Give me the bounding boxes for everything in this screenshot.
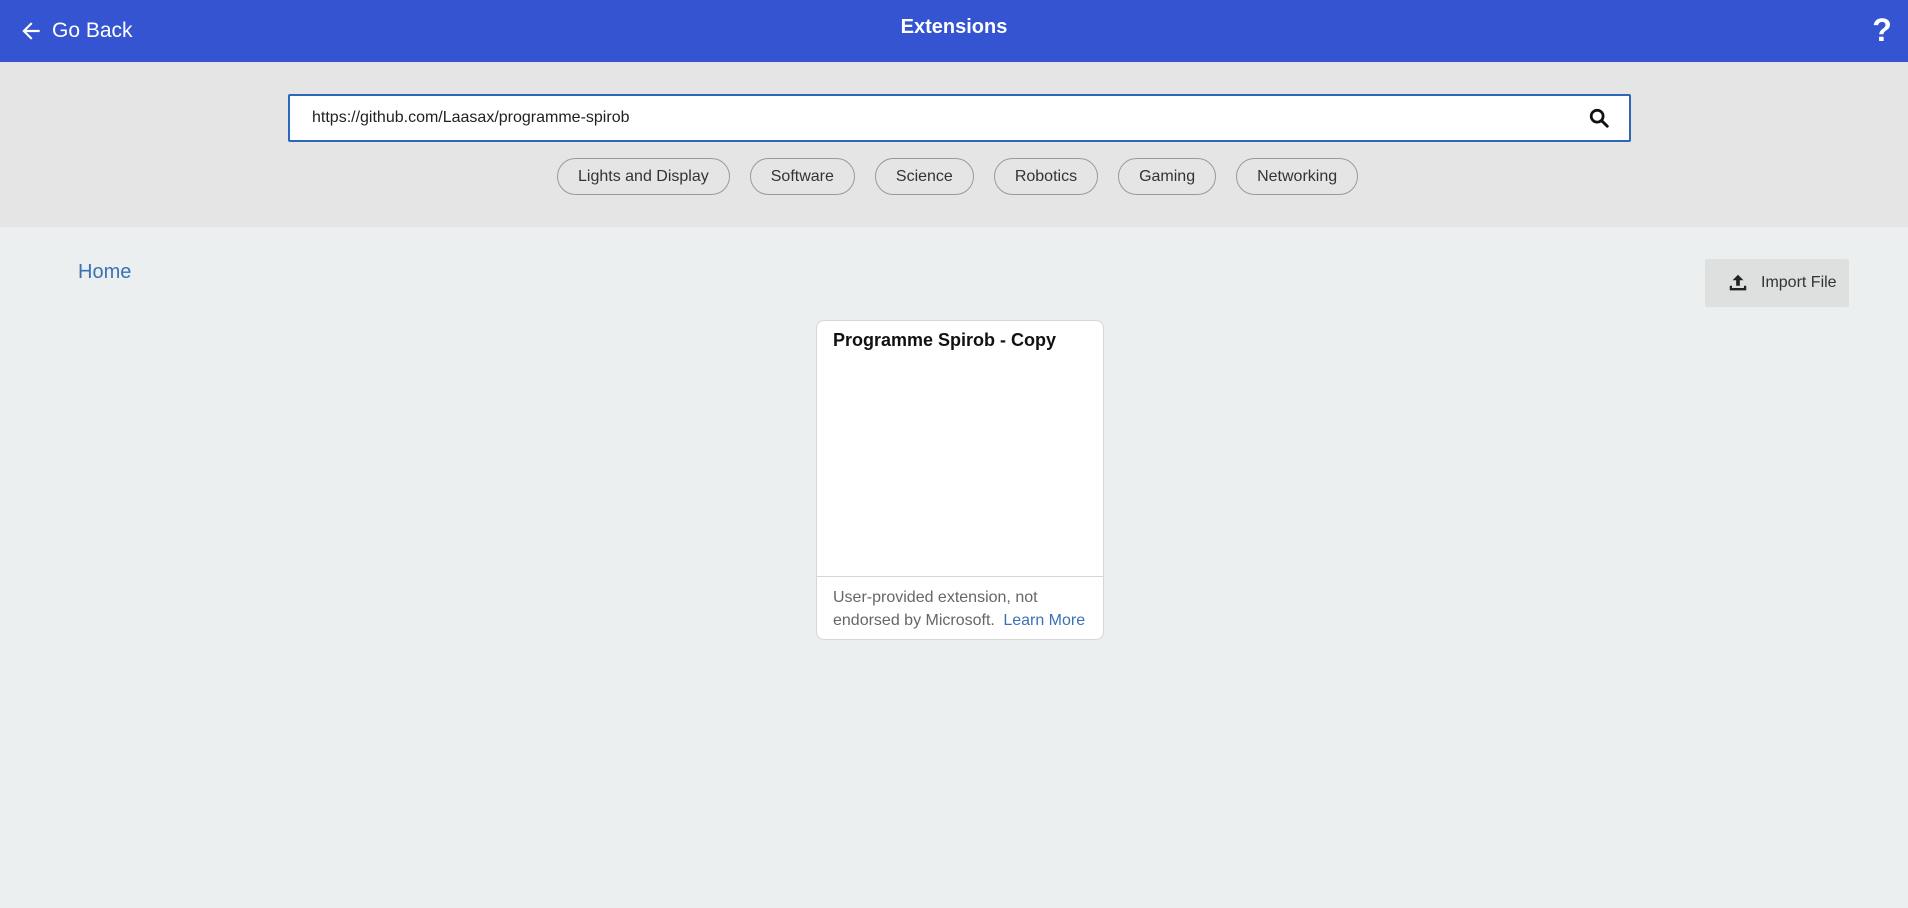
search-input[interactable] [312,109,1569,127]
question-mark-icon: ? [1872,12,1892,48]
learn-more-link[interactable]: Learn More [1003,612,1085,629]
tag-gaming[interactable]: Gaming [1118,158,1217,195]
tag-networking[interactable]: Networking [1236,158,1359,195]
page-title: Extensions [900,16,1008,38]
search-box [288,94,1631,142]
help-button[interactable]: ? [1866,10,1898,50]
tag-robotics[interactable]: Robotics [993,158,1099,195]
extension-card-title: Programme Spirob - Copy [833,330,1057,350]
extension-card[interactable]: Programme Spirob - Copy User-provided ex… [816,320,1104,640]
tag-lights-and-display[interactable]: Lights and Display [557,158,730,195]
category-tags: Lights and Display Software Science Robo… [557,158,1359,195]
top-bar: Go Back Extensions ? [0,0,1908,62]
import-file-button[interactable]: Import File [1705,259,1849,307]
extension-card-footer: User-provided extension, not endorsed by… [817,576,1103,639]
breadcrumb-home[interactable]: Home [78,261,131,284]
search-area: Lights and Display Software Science Robo… [0,62,1908,227]
tag-science[interactable]: Science [874,158,974,195]
search-button[interactable] [1569,96,1629,140]
import-file-label: Import File [1761,274,1837,291]
tag-software[interactable]: Software [749,158,855,195]
upload-icon [1729,274,1747,291]
search-icon [1589,108,1609,128]
